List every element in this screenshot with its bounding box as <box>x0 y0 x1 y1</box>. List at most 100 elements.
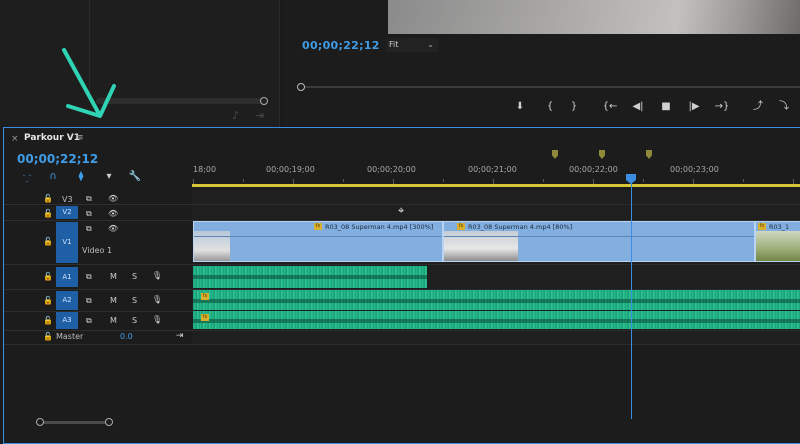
program-timecode[interactable]: 00;00;22;12 <box>302 39 380 52</box>
track-name-video1[interactable]: Video 1 <box>82 246 112 255</box>
master-volume-value[interactable]: 0.0 <box>120 332 133 341</box>
video-clip[interactable]: fx R03_08 Superman 4.mp4 [80%] <box>443 221 755 262</box>
eye-icon[interactable]: 👁 <box>108 209 118 218</box>
opacity-line <box>444 236 754 237</box>
track-divider <box>4 344 192 345</box>
eye-icon[interactable]: 👁 <box>108 194 118 203</box>
track-target-a3[interactable]: A3 <box>56 312 78 329</box>
sync-lock-icon[interactable]: ⧉ <box>86 224 92 234</box>
mute-button[interactable]: M <box>110 272 117 281</box>
add-marker-button[interactable]: ⬇ <box>512 100 528 114</box>
audio-drag-icon[interactable]: ♪ <box>232 109 239 122</box>
track-divider <box>4 264 192 265</box>
sync-lock-icon[interactable]: ⧉ <box>86 209 92 219</box>
track-lock-icon[interactable]: 🔓 <box>43 296 53 305</box>
ruler-tick <box>743 179 744 182</box>
fx-badge: fx <box>201 293 209 300</box>
snap-magnet-icon[interactable]: ∩ <box>46 171 60 182</box>
step-forward-button[interactable]: |▶ <box>686 100 702 114</box>
track-divider <box>4 330 192 331</box>
track-label-v3[interactable]: V3 <box>62 195 73 204</box>
eye-icon[interactable]: 👁 <box>108 224 118 233</box>
microphone-icon[interactable]: 🎙 <box>152 295 162 304</box>
lane-divider <box>192 344 800 345</box>
ruler-tick <box>543 179 544 182</box>
extract-button[interactable]: ⤵ <box>776 100 792 114</box>
track-lock-icon[interactable]: 🔓 <box>43 332 53 341</box>
source-scroll-handle[interactable] <box>260 97 268 105</box>
clip-title: R03_08 Superman 4.mp4 [80%] <box>468 223 573 231</box>
mark-out-button[interactable]: } <box>566 100 582 114</box>
sequence-timecode[interactable]: 00;00;22;12 <box>17 152 98 166</box>
clip-title: R03_1 <box>769 223 790 231</box>
track-lock-icon[interactable]: 🔓 <box>43 316 53 325</box>
sync-lock-icon[interactable]: ⧉ <box>86 194 92 204</box>
go-to-in-button[interactable]: {← <box>602 100 618 114</box>
clip-title: R03_08 Superman 4.mp4 [300%] <box>325 223 434 231</box>
add-marker-icon[interactable]: ▾ <box>102 171 116 182</box>
audio-waveform <box>193 299 800 303</box>
scroll-handle-left[interactable] <box>36 418 44 426</box>
work-area-bar[interactable] <box>192 184 800 187</box>
mute-button[interactable]: M <box>110 316 117 325</box>
ruler-tick <box>443 179 444 182</box>
ruler-tick <box>343 179 344 182</box>
video-clip[interactable]: fx R03_1 <box>755 221 800 262</box>
go-to-end-icon[interactable]: ⇥ <box>176 331 184 341</box>
solo-button[interactable]: S <box>132 296 137 305</box>
track-divider <box>4 311 192 312</box>
linked-selection-icon[interactable]: ⧫ <box>74 171 88 182</box>
zoom-fit-label: Fit <box>389 40 399 49</box>
ruler-label: 00;00;22;00 <box>569 165 618 174</box>
step-back-button[interactable]: ◀| <box>630 100 646 114</box>
track-target-v2[interactable]: V2 <box>56 206 78 219</box>
track-lock-icon[interactable]: 🔓 <box>43 272 53 281</box>
audio-clip[interactable] <box>193 290 800 310</box>
audio-waveform <box>193 319 800 323</box>
ruler-tick <box>243 179 244 182</box>
sync-lock-icon[interactable]: ⧉ <box>86 316 92 326</box>
wrench-icon[interactable]: 🔧 <box>128 171 142 182</box>
fx-badge: fx <box>758 223 766 230</box>
track-lock-icon[interactable]: 🔓 <box>43 209 53 218</box>
export-frame-icon[interactable]: ⇥ <box>255 109 264 122</box>
lift-button[interactable]: ⤴ <box>750 100 766 114</box>
ruler-label: 00;00;21;00 <box>468 165 517 174</box>
solo-button[interactable]: S <box>132 316 137 325</box>
track-lock-icon[interactable]: 🔓 <box>43 194 53 203</box>
microphone-icon[interactable]: 🎙 <box>152 315 162 324</box>
opacity-line <box>194 236 442 237</box>
track-target-a1[interactable]: A1 <box>56 267 78 287</box>
audio-clip[interactable] <box>193 311 800 329</box>
zoom-fit-select[interactable]: Fit ⌄ <box>386 38 438 52</box>
track-target-v1[interactable]: V1 <box>56 222 78 263</box>
track-target-a2[interactable]: A2 <box>56 291 78 310</box>
annotation-arrow-icon <box>62 48 116 118</box>
mouse-cursor-icon: ⌖ <box>398 204 405 217</box>
sequence-tab-title[interactable]: Parkour V1 <box>24 133 80 143</box>
track-lock-icon[interactable]: 🔓 <box>43 237 53 246</box>
video-clip[interactable]: fx R03_08 Superman 4.mp4 [300%] <box>193 221 443 262</box>
audio-clip[interactable] <box>193 266 427 288</box>
master-track-label: Master <box>56 332 84 341</box>
timeline-zoom-scrollbar[interactable] <box>40 421 110 424</box>
nest-toggle-icon[interactable]: ⸪ <box>20 171 34 185</box>
ruler-label: 00;00;20;00 <box>367 165 416 174</box>
ruler-tick <box>643 179 644 182</box>
sync-lock-icon[interactable]: ⧉ <box>86 272 92 282</box>
microphone-icon[interactable]: 🎙 <box>152 271 162 280</box>
sync-lock-icon[interactable]: ⧉ <box>86 296 92 306</box>
mute-button[interactable]: M <box>110 296 117 305</box>
fx-badge: fx <box>201 314 209 321</box>
stop-button[interactable]: ■ <box>658 100 674 114</box>
close-icon[interactable]: × <box>11 134 19 144</box>
panel-menu-icon[interactable]: ≡ <box>76 133 84 143</box>
solo-button[interactable]: S <box>132 272 137 281</box>
program-scrub-bar[interactable] <box>301 86 800 88</box>
playhead-line[interactable] <box>631 183 632 419</box>
scroll-handle-right[interactable] <box>105 418 113 426</box>
fx-badge: fx <box>314 223 322 230</box>
mark-in-button[interactable]: { <box>542 100 558 114</box>
go-to-out-button[interactable]: →} <box>714 100 730 114</box>
program-scrub-handle[interactable] <box>297 83 305 91</box>
